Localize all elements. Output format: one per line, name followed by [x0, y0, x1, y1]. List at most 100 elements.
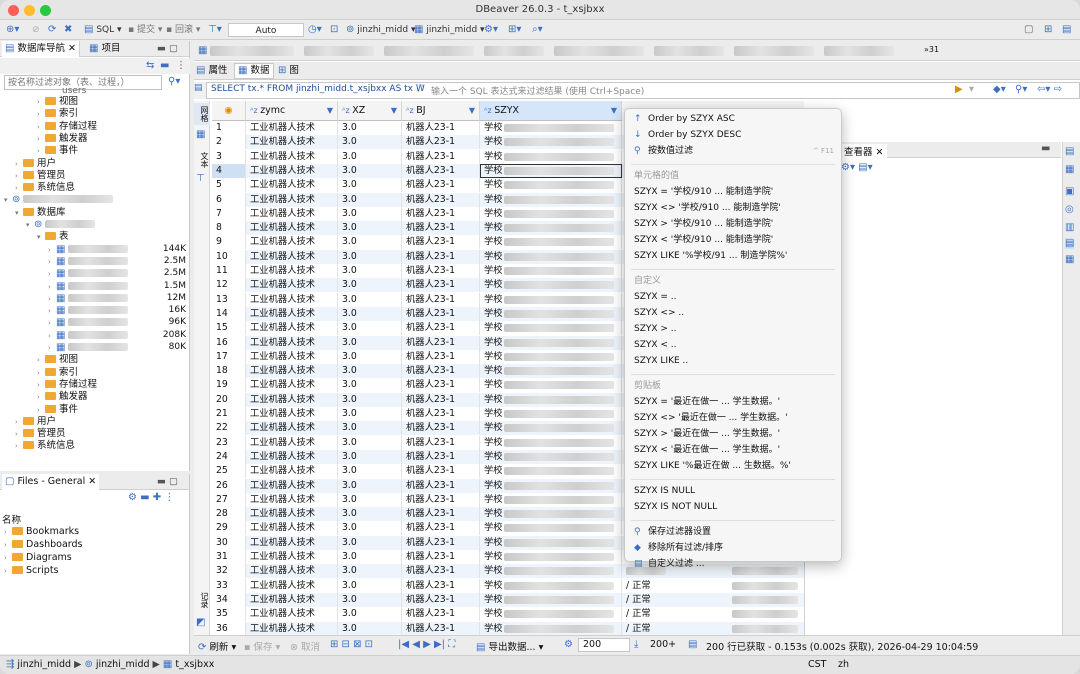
view-menu-icon[interactable]: ⋮ — [176, 60, 186, 71]
row-number[interactable]: 3 — [212, 149, 246, 164]
cell-zymc[interactable]: 工业机器人技术 — [246, 249, 338, 264]
cell-status[interactable]: / 正常 — [626, 622, 651, 636]
row-number[interactable]: 17 — [212, 349, 246, 364]
cell-zymc[interactable]: 工业机器人技术 — [246, 135, 338, 150]
menu-item[interactable]: SZYX < '学校/910 ... 能制造学院' — [634, 233, 834, 247]
tree-item[interactable]: ▾ ⊚ — [26, 219, 96, 231]
collapsed-arrow-icon[interactable]: › — [37, 96, 45, 108]
cell-xz[interactable]: 3.0 — [338, 478, 402, 493]
table-item[interactable]: › ▦ — [48, 268, 129, 280]
cell-xz[interactable]: 3.0 — [338, 449, 402, 464]
tree-item[interactable]: › 系统信息 — [15, 440, 75, 452]
menu-item[interactable]: SZYX = .. — [634, 290, 834, 304]
row-number[interactable]: 29 — [212, 521, 246, 536]
cell-xz[interactable]: 3.0 — [338, 306, 402, 321]
row-number[interactable]: 26 — [212, 478, 246, 493]
cell-szyx[interactable]: 学校 — [480, 578, 622, 593]
cell-xz[interactable]: 3.0 — [338, 178, 402, 193]
collapsed-arrow-icon[interactable]: › — [37, 391, 45, 403]
cell-xz[interactable]: 3.0 — [338, 335, 402, 350]
tree-item[interactable]: ▾ 数据库 — [15, 207, 66, 219]
text-mode-icon[interactable]: ⊤ — [196, 173, 205, 184]
collapsed-arrow-icon[interactable]: › — [48, 244, 56, 256]
cell-bj[interactable]: 机器人23-1 — [402, 592, 480, 607]
cell-xz[interactable]: 3.0 — [338, 278, 402, 293]
minimize-viewer-icon[interactable]: ▬ — [1041, 143, 1050, 154]
cell-bj[interactable]: 机器人23-1 — [402, 521, 480, 536]
fetch-settings-icon[interactable]: ⚙ — [564, 639, 573, 650]
cell-bj[interactable]: 机器人23-1 — [402, 178, 480, 193]
cell-zymc[interactable]: 工业机器人技术 — [246, 492, 338, 507]
tree-item[interactable]: › 用户 — [15, 158, 56, 170]
menu-item[interactable]: SZYX IS NULL — [634, 484, 834, 498]
table-item[interactable]: › ▦ — [48, 244, 129, 256]
row-number[interactable]: 20 — [212, 392, 246, 407]
collapsed-arrow-icon[interactable]: › — [15, 428, 23, 440]
collapsed-arrow-icon[interactable]: › — [48, 281, 56, 293]
cell-szyx[interactable]: 学校 — [480, 478, 622, 493]
cell-bj[interactable]: 机器人23-1 — [402, 235, 480, 250]
cell-zymc[interactable]: 工业机器人技术 — [246, 578, 338, 593]
cell-zymc[interactable]: 工业机器人技术 — [246, 521, 338, 536]
cell-szyx[interactable]: 学校 — [480, 607, 622, 622]
cell-xz[interactable]: 3.0 — [338, 507, 402, 522]
panel-grouping-icon[interactable]: ▦ — [1065, 254, 1074, 265]
collapse-icon[interactable]: ▬ — [160, 60, 169, 71]
menu-item[interactable]: ↑ Order by SZYX ASC — [634, 112, 834, 126]
cell-szyx[interactable]: 学校 — [480, 621, 622, 636]
cell-zymc[interactable]: 工业机器人技术 — [246, 564, 338, 579]
menu-item[interactable]: SZYX LIKE '%最近在做 ... 生数据。%' — [634, 459, 834, 473]
cell-szyx[interactable]: 学校 — [480, 221, 622, 236]
cell-zymc[interactable]: 工业机器人技术 — [246, 507, 338, 522]
cell-bj[interactable]: 机器人23-1 — [402, 192, 480, 207]
table-row[interactable]: 34 工业机器人技术 3.0 机器人23-1 学校 / 正常 — [212, 592, 804, 607]
menu-item[interactable]: ◆ 移除所有过滤/排序 — [634, 541, 834, 555]
menu-item[interactable]: SZYX = '学校/910 ... 能制造学院' — [634, 185, 834, 199]
cell-xz[interactable]: 3.0 — [338, 163, 402, 178]
row-number[interactable]: 12 — [212, 278, 246, 293]
collapsed-arrow-icon[interactable]: › — [15, 416, 23, 428]
cell-szyx[interactable]: 学校 — [480, 206, 622, 221]
expanded-arrow-icon[interactable]: ▾ — [15, 207, 23, 219]
cell-szyx[interactable]: 学校 — [480, 235, 622, 250]
row-number[interactable]: 6 — [212, 192, 246, 207]
cell-xz[interactable]: 3.0 — [338, 264, 402, 278]
cell-zymc[interactable]: 工业机器人技术 — [246, 435, 338, 450]
files-item-diagrams[interactable]: › Diagrams — [4, 552, 72, 564]
cell-xz[interactable]: 3.0 — [338, 521, 402, 536]
rollback-button[interactable]: ▪ 回滚 ▾ — [166, 23, 200, 37]
table-item[interactable]: › ▦ — [48, 293, 129, 305]
cell-bj[interactable]: 机器人23-1 — [402, 449, 480, 464]
cell-szyx[interactable]: 学校 — [480, 364, 622, 379]
cell-xz[interactable]: 3.0 — [338, 249, 402, 264]
row-number[interactable]: 18 — [212, 364, 246, 379]
cell-zymc[interactable]: 工业机器人技术 — [246, 535, 338, 550]
cell-szyx[interactable]: 学校 — [480, 507, 622, 522]
table-item[interactable]: › ▦ — [48, 330, 129, 342]
row-number-header[interactable]: ◉ — [212, 101, 246, 121]
locale-indicator[interactable]: zh — [838, 659, 849, 670]
minimize-panel-icon[interactable]: ▬ ▢ — [154, 41, 181, 57]
cell-xz[interactable]: 3.0 — [338, 135, 402, 150]
cell-zymc[interactable]: 工业机器人技术 — [246, 321, 338, 336]
cell-szyx[interactable]: 学校 — [480, 278, 622, 293]
cell-zymc[interactable]: 工业机器人技术 — [246, 278, 338, 293]
panel-icon[interactable]: ◩ — [196, 617, 205, 628]
tab-properties[interactable]: ▤ 属性 — [196, 64, 228, 78]
perspective-icon[interactable]: ⊞ — [1044, 23, 1052, 37]
menu-item[interactable]: SZYX > .. — [634, 322, 834, 336]
cell-bj[interactable]: 机器人23-1 — [402, 306, 480, 321]
row-number[interactable]: 21 — [212, 407, 246, 421]
collapsed-arrow-icon[interactable]: › — [48, 268, 56, 280]
collapsed-arrow-icon[interactable]: › — [15, 158, 23, 170]
row-number[interactable]: 1 — [212, 121, 246, 135]
collapsed-arrow-icon[interactable]: › — [37, 108, 45, 120]
cell-bj[interactable]: 机器人23-1 — [402, 206, 480, 221]
menu-item[interactable]: SZYX = '最近在做一 ... 学生数据。' — [634, 395, 834, 409]
cell-zymc[interactable]: 工业机器人技术 — [246, 407, 338, 421]
cell-szyx[interactable]: 学校 — [480, 449, 622, 464]
menu-item[interactable]: ⚲ 保存过滤器设置 — [634, 525, 834, 539]
cell-xz[interactable]: 3.0 — [338, 407, 402, 421]
disconnect-icon[interactable]: ⊘ — [32, 23, 40, 37]
cell-zymc[interactable]: 工业机器人技术 — [246, 163, 338, 178]
